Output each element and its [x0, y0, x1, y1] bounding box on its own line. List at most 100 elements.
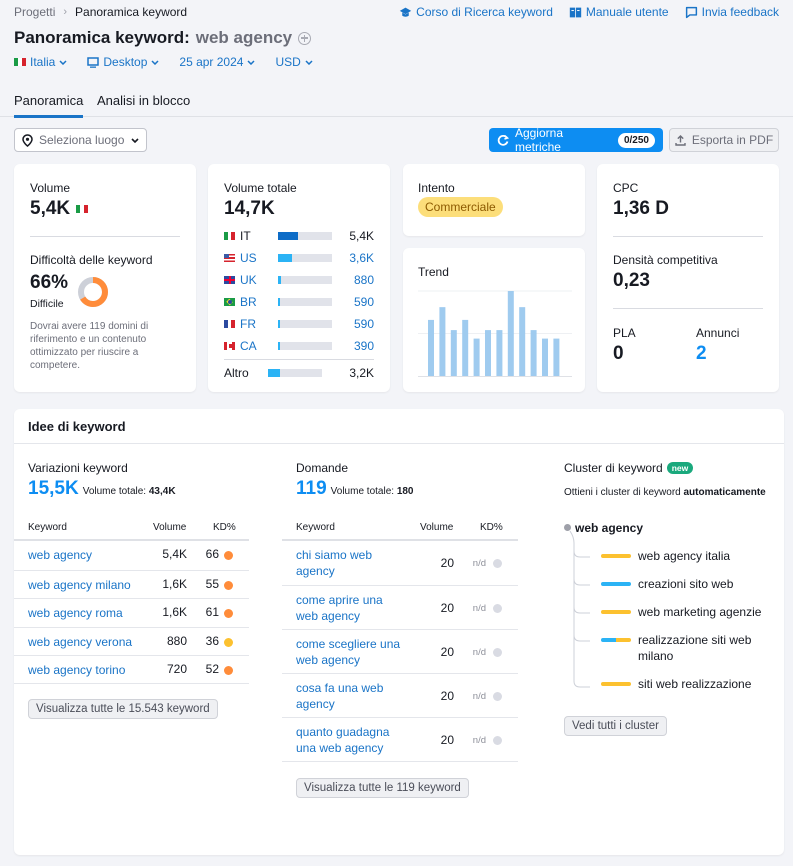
italy-flag-icon [14, 58, 26, 66]
ads-value[interactable]: 2 [696, 343, 707, 365]
divider [14, 443, 784, 444]
country-code[interactable]: US [240, 251, 278, 265]
country-share-fill [278, 232, 298, 240]
variation-row: web agency verona 880 36 [14, 626, 249, 655]
question-keyword-link[interactable]: chi siamo web agency [296, 547, 406, 579]
clusters-title-row: Cluster di keyword new [564, 461, 694, 475]
country-value[interactable]: 390 [354, 339, 374, 353]
question-keyword-link[interactable]: come scegliere una web agency [296, 636, 406, 668]
variation-keyword-link[interactable]: web agency verona [28, 634, 132, 650]
trend-bar[interactable] [473, 338, 480, 376]
cluster-item[interactable]: realizzazione siti web milano [601, 632, 778, 664]
question-kd: n/d [472, 735, 486, 746]
ca-flag-icon [224, 342, 236, 350]
device-selector[interactable]: Desktop [87, 55, 159, 69]
country-share-bar [278, 254, 332, 262]
date-selector[interactable]: 25 apr 2024 [179, 55, 255, 69]
other-label: Altro [224, 366, 249, 380]
country-row: BR 590 [224, 294, 374, 310]
tab-bulk-analysis[interactable]: Analisi in blocco [97, 93, 190, 115]
cluster-item[interactable]: siti web realizzazione [601, 676, 778, 692]
variation-row: web agency 5,4K 66 [14, 541, 249, 569]
feedback-link[interactable]: Invia feedback [685, 5, 779, 19]
kd-level-dot-icon [224, 551, 233, 560]
tab-overview[interactable]: Panoramica [14, 93, 84, 118]
kd-label: Difficoltà delle keyword [30, 253, 153, 267]
page-title-text: Panoramica keyword: [14, 28, 190, 47]
cluster-item[interactable]: web marketing agenzie [601, 604, 778, 620]
trend-label: Trend [418, 265, 449, 279]
variation-keyword-link[interactable]: web agency milano [28, 577, 131, 593]
other-share-fill [268, 369, 280, 377]
manual-link[interactable]: Manuale utente [569, 5, 669, 19]
question-keyword-link[interactable]: cosa fa una web agency [296, 680, 406, 712]
kd-level-dot-icon [224, 580, 233, 590]
view-all-variations-button[interactable]: Visualizza tutte le 15.543 keyword [28, 699, 218, 719]
location-placeholder: Seleziona luogo [39, 133, 125, 147]
breadcrumb-projects-link[interactable]: Progetti [14, 5, 55, 19]
variation-keyword-link[interactable]: web agency torino [28, 662, 125, 678]
device-value: Desktop [103, 55, 148, 69]
trend-bar[interactable] [530, 330, 537, 376]
cluster-item[interactable]: creazioni sito web [601, 576, 778, 592]
question-row: quanto guadagna una web agency 20 n/d [282, 717, 518, 761]
graduation-cap-icon [399, 7, 412, 17]
country-value[interactable]: 3,6K [349, 251, 374, 265]
trend-bar[interactable] [462, 319, 469, 376]
refresh-metrics-button[interactable]: Aggiorna metriche 0/250 [489, 126, 663, 154]
questions-total-value: 180 [396, 486, 414, 497]
page-title-keyword: web agency [195, 28, 293, 47]
top-links: Corso di Ricerca keyword Manuale utente … [399, 5, 779, 19]
country-code[interactable]: BR [240, 295, 278, 309]
question-kd: n/d [472, 603, 486, 614]
export-pdf-button[interactable]: Esporta in PDF [669, 128, 779, 152]
fr-flag-icon [224, 320, 236, 328]
ads-label: Annunci [696, 326, 740, 340]
variation-keyword-link[interactable]: web agency roma [28, 605, 123, 621]
location-select[interactable]: Seleziona luogo [14, 128, 147, 152]
variation-volume: 1,6K [162, 576, 187, 591]
trend-bar[interactable] [439, 307, 446, 376]
other-share-bar [268, 369, 322, 377]
country-value: 5,4K [349, 229, 374, 243]
currency-selector[interactable]: USD [275, 55, 313, 69]
trend-bar[interactable] [485, 330, 491, 376]
question-keyword-link[interactable]: quanto guadagna una web agency [296, 724, 406, 756]
variations-header-keyword: Keyword [28, 522, 67, 533]
kd-level-dot-icon [224, 637, 233, 647]
cluster-item-label: creazioni sito web [638, 577, 734, 591]
question-row: come scegliere una web agency 20 n/d [282, 629, 518, 673]
trend-bar[interactable] [553, 338, 560, 376]
variation-volume: 1,6K [162, 605, 187, 619]
keyword-ideas-card: Idee di keyword Variazioni keyword 15,5K… [14, 409, 784, 855]
trend-bar[interactable] [428, 319, 434, 376]
trend-bar[interactable] [519, 307, 526, 376]
variations-title: Variazioni keyword [28, 461, 128, 475]
country-share-bar [278, 276, 332, 284]
view-all-questions-button[interactable]: Visualizza tutte le 119 keyword [296, 778, 469, 798]
add-keyword-icon[interactable] [298, 31, 312, 45]
question-row: cosa fa una web agency 20 n/d [282, 673, 518, 717]
trend-bar[interactable] [542, 338, 548, 376]
country-value[interactable]: 590 [354, 295, 374, 309]
trend-bar[interactable] [496, 330, 503, 376]
country-code[interactable]: FR [240, 317, 278, 331]
country-value[interactable]: 590 [354, 317, 374, 331]
country-value[interactable]: 880 [354, 273, 374, 287]
intent-badge: Commerciale [418, 197, 503, 217]
volume-label: Volume [30, 181, 71, 195]
question-keyword-link[interactable]: come aprire una web agency [296, 592, 406, 624]
trend-bar[interactable] [450, 330, 457, 376]
variations-count[interactable]: 15,5K [28, 478, 79, 500]
country-code[interactable]: UK [240, 273, 278, 287]
cluster-item[interactable]: web agency italia [601, 548, 778, 564]
country-selector[interactable]: Italia [14, 55, 67, 69]
country-code[interactable]: CA [240, 339, 278, 353]
variation-keyword-link[interactable]: web agency [28, 547, 92, 563]
trend-bar[interactable] [507, 291, 514, 376]
course-link[interactable]: Corso di Ricerca keyword [399, 5, 553, 19]
questions-count[interactable]: 119 [296, 478, 327, 500]
intent-label: Intento [418, 181, 455, 195]
divider [30, 236, 180, 237]
view-all-clusters-button[interactable]: Vedi tutti i cluster [564, 716, 667, 736]
